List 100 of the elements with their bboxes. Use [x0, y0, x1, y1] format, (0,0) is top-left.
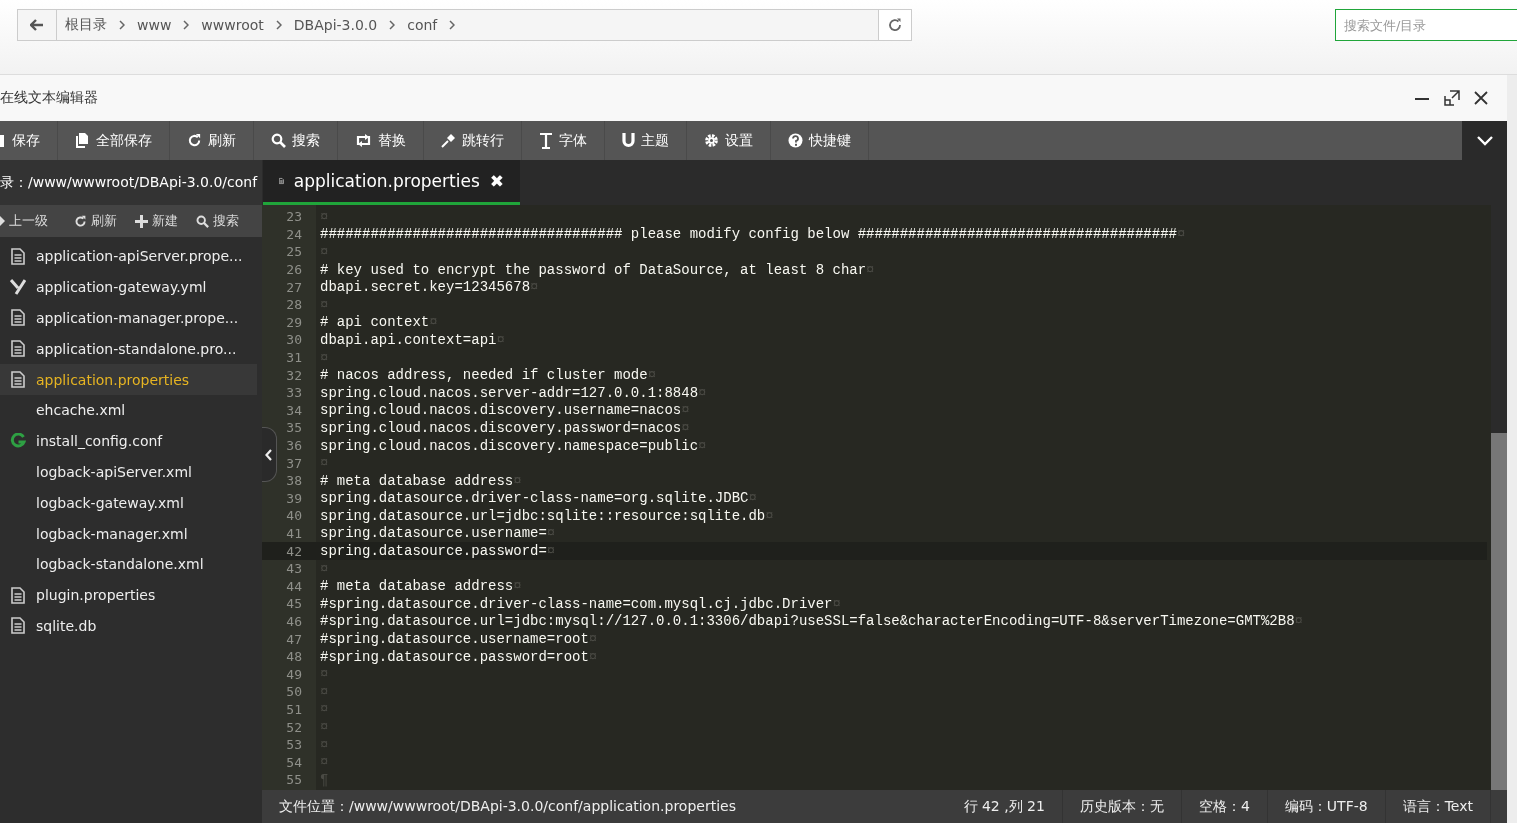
- line-number: 52: [285, 719, 302, 735]
- back-arrow-icon: [30, 19, 44, 31]
- file-item[interactable]: plugin.properties: [0, 579, 257, 611]
- line-number: 43: [285, 561, 302, 577]
- file-item[interactable]: sqlite.db: [0, 610, 257, 642]
- code-line: spring.cloud.nacos.discovery.username=nacos: [320, 402, 682, 419]
- tab-close-button[interactable]: ✖: [489, 171, 504, 191]
- cursor-position: 行 42 ,列 21: [962, 796, 1046, 816]
- expand-button[interactable]: [1462, 121, 1507, 160]
- line-number: 44: [285, 578, 302, 594]
- line-end-mark: ¤: [320, 701, 329, 718]
- sidebar-action-button[interactable]: 搜索: [196, 212, 247, 230]
- g-letter-icon: [10, 433, 26, 450]
- line-number: 28: [285, 297, 302, 313]
- code-line: dbapi.secret.key=12345678: [320, 279, 531, 296]
- chevron-right-icon: [119, 20, 125, 30]
- line-end-mark: ¤: [748, 490, 757, 507]
- search-field[interactable]: 搜索文件/目录: [1335, 9, 1517, 41]
- line-number: 47: [285, 631, 302, 647]
- code-line: dbapi.api.context=api: [320, 331, 497, 348]
- code-line: # meta database address: [320, 578, 514, 595]
- line-number: 30: [285, 332, 302, 348]
- plus-icon: [135, 214, 148, 228]
- line-end-mark: ¤: [681, 419, 690, 436]
- line-end-mark: ¤: [698, 384, 707, 401]
- file-item[interactable]: application-standalone.pro...: [0, 333, 257, 365]
- refresh-icon: [187, 133, 202, 148]
- breadcrumb-link[interactable]: 根目录: [65, 16, 107, 34]
- file-tab[interactable]: application.properties ✖: [263, 160, 520, 205]
- file-item[interactable]: application.properties: [0, 364, 257, 395]
- line-end-mark: ¤: [320, 560, 329, 577]
- sidebar-action-button[interactable]: 上一级: [0, 212, 56, 230]
- line-number: 23: [285, 209, 302, 225]
- help-icon: [788, 133, 803, 148]
- encoding-setting[interactable]: 编码：UTF-8: [1266, 790, 1385, 823]
- collapse-sidebar-button[interactable]: [262, 427, 277, 482]
- file-location: 文件位置：/www/wwwroot/DBApi-3.0.0/conf/application.properties: [278, 797, 737, 816]
- triangle-right-icon: [0, 216, 5, 226]
- file-item[interactable]: application-apiServer.prope...: [0, 241, 257, 272]
- tab-label: application.properties: [293, 171, 480, 191]
- file-item[interactable]: application-gateway.yml: [0, 271, 257, 303]
- chevron-right-icon: [183, 20, 190, 30]
- line-number: 24: [285, 226, 302, 242]
- document-icon: [11, 586, 25, 604]
- code-line: spring.cloud.nacos.discovery.password=nacos: [320, 419, 682, 436]
- history-version[interactable]: 历史版本：无: [1061, 790, 1181, 823]
- scrollbar-thumb[interactable]: [1491, 433, 1507, 790]
- pin-icon: [441, 133, 456, 148]
- line-end-mark: ¤: [320, 719, 329, 735]
- line-end-mark: ¤: [320, 683, 329, 700]
- toolbar-button[interactable]: 保存: [0, 121, 58, 160]
- refresh-button[interactable]: [878, 10, 911, 40]
- line-number: 49: [285, 666, 302, 682]
- breadcrumb-link[interactable]: wwwroot: [201, 17, 264, 33]
- line-end-mark: ¤: [320, 455, 329, 472]
- file-item[interactable]: logback-manager.xml: [0, 518, 257, 549]
- line-number: 55: [285, 772, 302, 788]
- line-number: 48: [285, 649, 302, 665]
- document-icon: [11, 309, 25, 327]
- document-icon: [11, 340, 25, 358]
- line-end-mark: ¤: [320, 736, 329, 753]
- file-item[interactable]: application-manager.prope...: [0, 302, 257, 334]
- file-item[interactable]: ehcache.xml: [0, 395, 257, 426]
- code-line: spring.datasource.password=: [320, 543, 547, 560]
- file-item[interactable]: logback-standalone.xml: [0, 548, 257, 580]
- line-number: 40: [285, 508, 302, 524]
- y-letter-icon: [10, 279, 26, 296]
- text-cursor-icon: [539, 132, 553, 149]
- code-line: # meta database address: [320, 472, 514, 489]
- line-end-mark: ¤: [429, 314, 438, 331]
- indent-setting[interactable]: 空格：4: [1180, 790, 1267, 823]
- sidebar-action-button[interactable]: 新建: [135, 212, 186, 230]
- code-line: #spring.datasource.url=jdbc:mysql://127.0.0.1:3306/dbapi?useSSL=false&characterEncoding=UTF-8&serverTimezone=GMT%2B8: [320, 613, 1295, 630]
- chevron-left-icon: [265, 448, 273, 461]
- search-icon: [196, 214, 209, 228]
- breadcrumb-link[interactable]: www: [137, 17, 172, 33]
- close-icon[interactable]: [1474, 91, 1488, 105]
- search-icon: [271, 133, 286, 148]
- swap-arrows-icon: [355, 134, 372, 147]
- document-icon: [11, 247, 25, 265]
- line-end-mark: ¤: [496, 331, 505, 348]
- breadcrumb-link[interactable]: conf: [407, 17, 438, 33]
- file-item[interactable]: install_config.conf: [0, 425, 257, 457]
- code-line: spring.datasource.url=jdbc:sqlite::resource:sqlite.db: [320, 507, 766, 524]
- code-line: #spring.datasource.password=root: [320, 648, 589, 665]
- language-setting[interactable]: 语言：Text: [1384, 790, 1490, 823]
- file-item[interactable]: logback-gateway.xml: [0, 487, 257, 519]
- file-item[interactable]: logback-apiServer.xml: [0, 456, 257, 488]
- code-line: spring.datasource.username=: [320, 525, 547, 542]
- maximize-icon[interactable]: [1444, 90, 1460, 106]
- line-end-mark: ¤: [765, 507, 774, 524]
- line-end-mark: ¤: [1176, 226, 1186, 243]
- breadcrumb-link[interactable]: DBApi-3.0.0: [293, 17, 378, 33]
- line-number: 41: [285, 526, 302, 541]
- sidebar-action-button[interactable]: 刷新: [74, 212, 125, 230]
- line-number: 32: [285, 367, 302, 383]
- line-number: 42: [285, 543, 302, 559]
- chevron-right-icon: [449, 20, 456, 30]
- line-number: 31: [285, 350, 302, 366]
- refresh-icon: [74, 214, 87, 228]
